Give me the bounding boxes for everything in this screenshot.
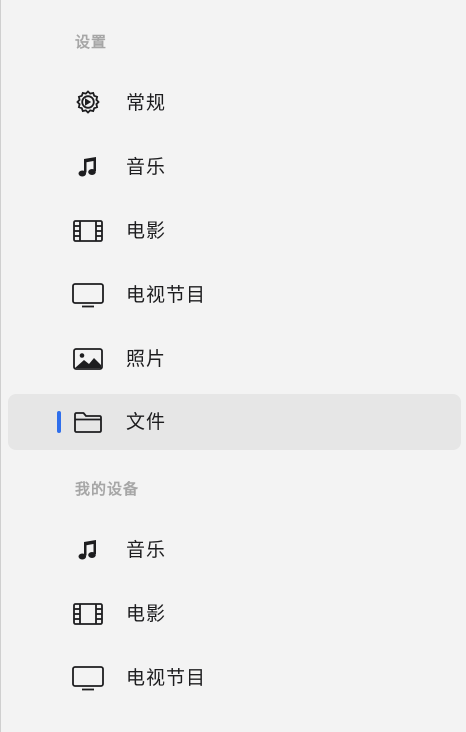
sidebar-item-label: 电影 [126,603,167,625]
section-header-my-device: 我的设备 [75,480,140,498]
sidebar-item-device-music[interactable]: 音乐 [8,522,461,578]
sidebar-item-tv-shows[interactable]: 电视节目 [8,267,461,323]
sidebar-item-files[interactable]: 文件 [8,394,461,450]
sidebar-item-label: 电影 [126,220,167,242]
gear-icon [71,87,105,119]
folder-icon [71,406,105,438]
sidebar-item-device-movies[interactable]: 电影 [8,586,461,642]
sidebar-item-general[interactable]: 常规 [8,75,461,131]
sidebar-item-label: 电视节目 [126,667,207,689]
sidebar-item-label: 音乐 [126,539,167,561]
sidebar: 设置 常规 音乐 电影 电视节目 照片 文件 我的设备 音乐 电影 电视节目 [0,0,466,732]
sidebar-item-music[interactable]: 音乐 [8,139,461,195]
sidebar-item-label: 照片 [126,348,167,370]
selection-indicator [57,411,61,433]
sidebar-item-label: 文件 [126,411,167,433]
photo-icon [71,343,105,375]
sidebar-item-movies[interactable]: 电影 [8,203,461,259]
tv-icon [71,279,105,311]
film-icon [71,215,105,247]
sidebar-item-label: 音乐 [126,156,167,178]
tv-icon [71,662,105,694]
film-icon [71,598,105,630]
sidebar-item-label: 电视节目 [126,284,207,306]
sidebar-item-label: 常规 [126,92,167,114]
sidebar-item-photos[interactable]: 照片 [8,331,461,387]
sidebar-item-device-tv-shows[interactable]: 电视节目 [8,650,461,706]
music-note-icon [71,151,105,183]
music-note-icon [71,534,105,566]
section-header-settings: 设置 [75,33,108,51]
